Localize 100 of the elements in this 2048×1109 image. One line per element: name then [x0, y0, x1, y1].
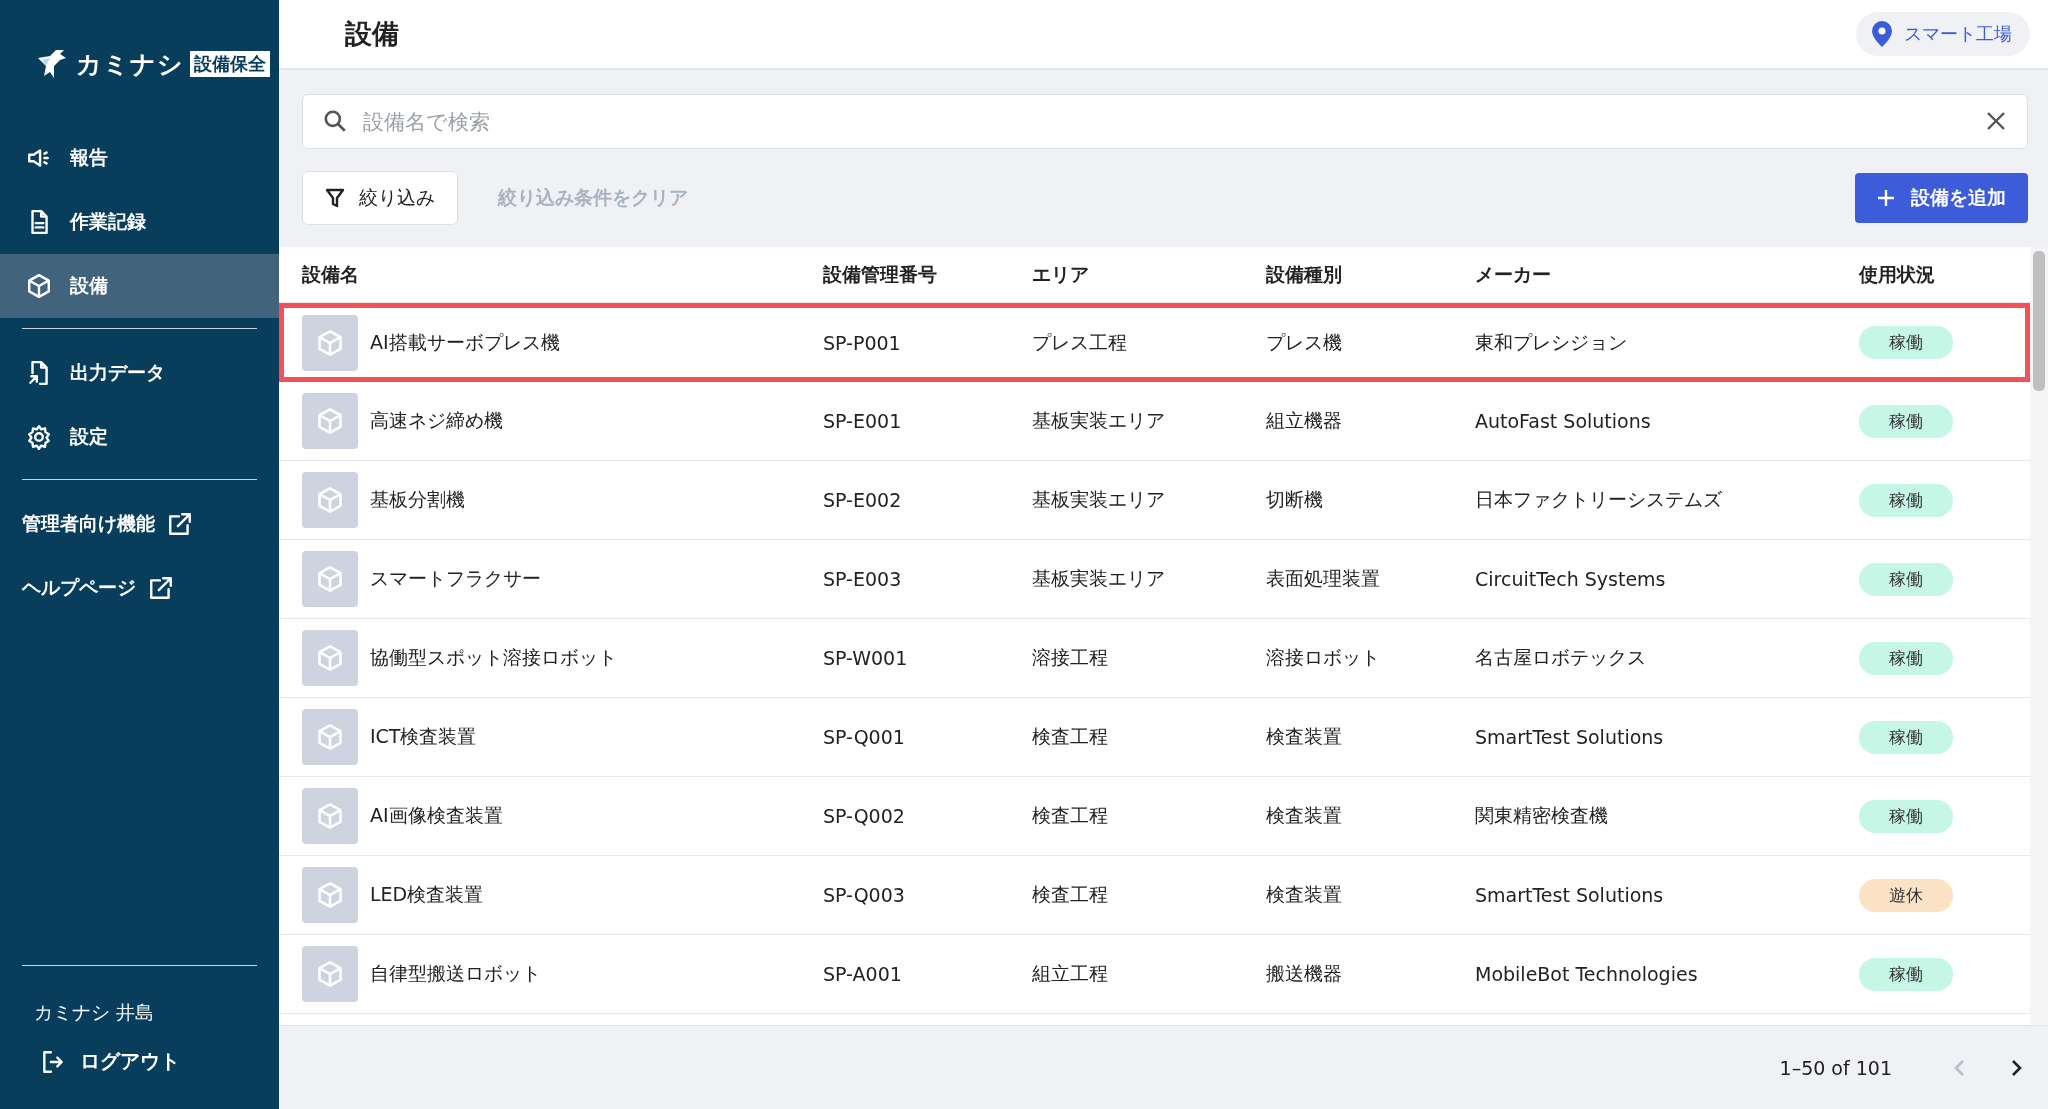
external-link[interactable]: ヘルプページ	[0, 556, 279, 620]
table-cell-text: スマートフラクサー	[370, 566, 541, 591]
status-tag: 遊休	[1859, 878, 1953, 912]
column-header: 使用状況	[1859, 261, 1936, 287]
nav-item[interactable]: 作業記録	[0, 190, 279, 254]
status-tag: 稼働	[1859, 404, 1953, 438]
external-link-icon	[167, 511, 193, 537]
table-cell-text: 関東精密検査機	[1475, 803, 1609, 828]
table-row[interactable]: 高速ネジ締め機 SP-E001 基板実装エリア 組立機器 AutoFast Solutions 稼働	[279, 382, 2030, 461]
cube-icon	[302, 867, 358, 923]
table-cell-text: 協働型スポット溶接ロボット	[370, 645, 617, 670]
table-cell-text: 表面処理装置	[1266, 566, 1381, 591]
nav-item[interactable]: 出力データ	[0, 341, 279, 405]
status-tag: 稼働	[1859, 641, 1953, 675]
status-tag: 稼働	[1859, 720, 1953, 754]
column-header: メーカー	[1475, 261, 1552, 287]
status-tag: 稼働	[1859, 562, 1953, 596]
table-cell-text: 検査工程	[1032, 803, 1109, 828]
cube-icon	[302, 630, 358, 686]
search-field[interactable]: 設備名で検索	[302, 94, 2028, 149]
table-cell-text: 基板実装エリア	[1032, 408, 1166, 433]
cube-icon	[302, 551, 358, 607]
table-cell-text: 組立工程	[1032, 961, 1109, 986]
location-button[interactable]: スマート工場	[1856, 12, 2030, 56]
table-cell-text: 検査工程	[1032, 724, 1109, 749]
logout-icon	[40, 1048, 66, 1075]
table-cell-text: プレス工程	[1032, 329, 1128, 355]
table-cell-text: SP-E003	[823, 568, 903, 590]
cube-icon	[302, 946, 358, 1002]
status-tag: 稼働	[1859, 483, 1953, 517]
nav-item[interactable]: 設定	[0, 405, 279, 469]
table-cell-text: 溶接ロボット	[1266, 645, 1381, 670]
page-title: 設備	[345, 17, 399, 51]
plus-icon	[1877, 189, 1895, 207]
cube-icon	[302, 314, 358, 371]
table-cell-text: SP-E001	[823, 410, 903, 432]
table-cell-text: 基板実装エリア	[1032, 487, 1166, 512]
table-cell-text: 切断機	[1266, 487, 1324, 512]
table-row[interactable]: ICT検査装置 SP-Q001 検査工程 検査装置 SmartTest Solutions 稼働	[279, 698, 2030, 777]
nav-item[interactable]: 設備	[0, 254, 279, 318]
table-cell-text: 自律型搬送ロボット	[370, 961, 541, 986]
table-cell-text: SP-Q002	[823, 805, 906, 827]
table-row[interactable]: スマートフラクサー SP-E003 基板実装エリア 表面処理装置 CircuitTech Systems 稼働	[279, 540, 2030, 619]
table-cell-text: 高速ネジ締め機	[370, 408, 503, 433]
filter-icon	[325, 188, 345, 208]
table-cell-text: 基板分割機	[370, 487, 465, 512]
column-header: 設備管理番号	[823, 261, 938, 287]
status-tag: 稼働	[1859, 957, 1953, 991]
table-row[interactable]: 基板分割機 SP-E002 基板実装エリア 切断機 日本ファクトリーシステムズ 稼働	[279, 461, 2030, 540]
page-range: 1–50 of 101	[1779, 1056, 1892, 1079]
external-link-icon	[148, 575, 174, 601]
table-cell-text: 検査装置	[1266, 724, 1343, 749]
cube-icon	[26, 273, 52, 299]
table-cell-text: 検査装置	[1266, 803, 1343, 828]
column-header: 設備種別	[1266, 261, 1343, 287]
table-cell-text: SP-W001	[823, 647, 909, 669]
table-row[interactable]: AI搭載サーボプレス機 SP-P001 プレス工程 プレス機 東和プレシジョン 稼働	[279, 303, 2030, 382]
table-cell-text: MobileBot Technologies	[1475, 963, 1699, 985]
product-label: 設備保全	[190, 51, 270, 77]
table-cell-text: SmartTest Solutions	[1475, 884, 1665, 906]
status-tag: 稼働	[1859, 799, 1953, 833]
add-equipment-button[interactable]: 設備を追加	[1855, 173, 2028, 223]
logo-name: カミナシ	[76, 48, 184, 81]
column-header: エリア	[1032, 261, 1090, 287]
table-row[interactable]: LED検査装置 SP-Q003 検査工程 検査装置 SmartTest Solutions 遊休	[279, 856, 2030, 935]
table-cell-text: SP-Q001	[823, 726, 906, 748]
cube-icon	[302, 788, 358, 844]
map-pin-icon	[1872, 21, 1892, 47]
cube-icon	[302, 393, 358, 449]
cube-icon	[302, 472, 358, 528]
table-row[interactable]: 自律型搬送ロボット SP-A001 組立工程 搬送機器 MobileBot Technologies 稼働	[279, 935, 2030, 1014]
table-cell-text: SP-Q003	[823, 884, 906, 906]
table-cell-text: 検査工程	[1032, 882, 1109, 907]
nav-item[interactable]: 報告	[0, 126, 279, 190]
external-link[interactable]: 管理者向け機能	[0, 492, 279, 556]
table-cell-text: 名古屋ロボテックス	[1475, 645, 1647, 670]
table-cell-text: AI搭載サーボプレス機	[370, 329, 560, 355]
table-cell-text: ICT検査装置	[370, 724, 477, 749]
table-cell-text: 組立機器	[1266, 408, 1343, 433]
table-cell-text: 検査装置	[1266, 882, 1343, 907]
scrollbar-thumb[interactable]	[2033, 251, 2045, 391]
settings-icon	[26, 424, 52, 450]
filter-button[interactable]: 絞り込み	[302, 171, 458, 225]
column-header: 設備名	[302, 261, 360, 287]
table-row[interactable]: 協働型スポット溶接ロボット SP-W001 溶接工程 溶接ロボット 名古屋ロボテックス 稼働	[279, 619, 2030, 698]
table-cell-text: 基板実装エリア	[1032, 566, 1166, 591]
table-cell-text: LED検査装置	[370, 882, 484, 907]
table-cell-text: AI画像検査装置	[370, 803, 503, 828]
table-cell-text: 溶接工程	[1032, 645, 1109, 670]
table-cell-text: AutoFast Solutions	[1475, 410, 1652, 432]
cube-icon	[302, 709, 358, 765]
table-cell-text: SP-E002	[823, 489, 903, 511]
table-cell-text: CircuitTech Systems	[1475, 568, 1667, 590]
table-row[interactable]: AI画像検査装置 SP-Q002 検査工程 検査装置 関東精密検査機 稼働	[279, 777, 2030, 856]
table-cell-text: 日本ファクトリーシステムズ	[1475, 487, 1723, 512]
logout-button[interactable]: ログアウト	[40, 1048, 279, 1075]
user-name: カミナシ 井島	[33, 1000, 156, 1025]
table-cell-text: 搬送機器	[1266, 961, 1343, 986]
table-cell-text: 東和プレシジョン	[1475, 329, 1628, 355]
table-cell-text: プレス機	[1266, 329, 1343, 355]
